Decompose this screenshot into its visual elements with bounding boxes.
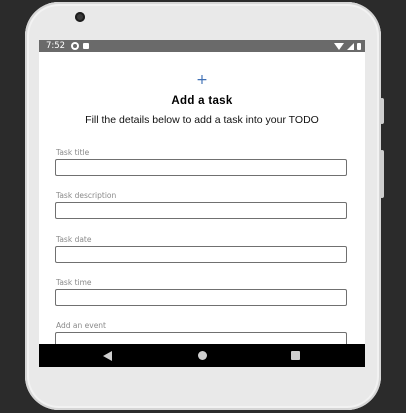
phone-frame: 7:52 + Add a task Fill the details below… [25,2,381,410]
task-date-label: Task date [56,235,92,244]
status-time: 7:52 [46,41,66,51]
page-title: Add a task [171,95,233,107]
volume-button[interactable] [380,150,384,198]
power-button[interactable] [380,98,384,124]
wifi-icon [334,42,344,50]
task-title-input[interactable] [55,159,347,176]
front-camera [75,12,85,22]
status-bar: 7:52 [39,40,365,52]
home-icon[interactable] [198,351,207,360]
notification-square-icon [83,43,89,49]
device-screen: 7:52 + Add a task Fill the details below… [39,40,365,367]
app-notification-icon [71,42,79,50]
signal-icon [347,42,354,50]
add-event-label: Add an event [56,321,106,330]
status-icons [334,40,361,52]
task-time-label: Task time [56,278,92,287]
add-event-input[interactable] [55,332,347,344]
navigation-bar [39,344,365,367]
recents-icon[interactable] [291,351,300,360]
plus-icon: + [196,72,208,88]
task-title-label: Task title [56,148,90,157]
task-date-input[interactable] [55,246,347,263]
back-icon[interactable] [103,351,112,361]
page-subtitle: Fill the details below to add a task int… [85,114,319,126]
task-time-input[interactable] [55,289,347,306]
task-description-label: Task description [56,191,117,200]
battery-icon [357,42,361,50]
add-task-form: + Add a task Fill the details below to a… [39,52,365,344]
task-description-input[interactable] [55,202,347,219]
